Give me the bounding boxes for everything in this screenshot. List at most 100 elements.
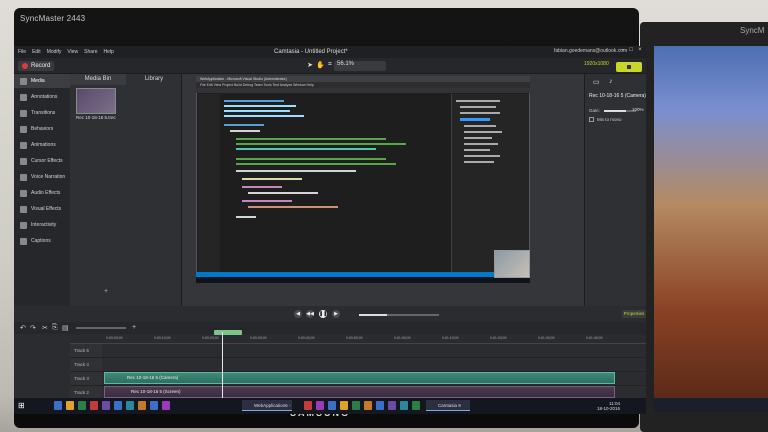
minimize-icon[interactable]: – xyxy=(618,47,626,56)
tool-behaviors[interactable]: Behaviors xyxy=(14,122,70,136)
taskbar-app-icon[interactable] xyxy=(364,401,372,410)
tool-animations[interactable]: Animations xyxy=(14,138,70,152)
taskbar-app-icon[interactable] xyxy=(126,401,134,410)
taskbar-app-icon[interactable] xyxy=(340,401,348,410)
resolution-badge[interactable]: 1920x1080 xyxy=(584,61,609,67)
annotations-icon xyxy=(20,93,27,101)
menu-help[interactable]: Help xyxy=(104,49,114,55)
windows-start-icon[interactable]: ⊞ xyxy=(18,401,26,410)
interactivity-icon xyxy=(20,221,27,229)
paste-icon[interactable]: ▤ xyxy=(62,324,69,332)
taskbar-app-icon[interactable] xyxy=(90,401,98,410)
maximize-icon[interactable]: □ xyxy=(627,47,635,56)
step-forward-icon[interactable]: ▶ xyxy=(332,310,340,318)
tab-library[interactable]: Library xyxy=(126,74,182,85)
tool-voice-narration[interactable]: Voice Narration xyxy=(14,170,70,184)
tool-visual-effects[interactable]: Visual Effects xyxy=(14,202,70,216)
taskbar-explorer-icon[interactable] xyxy=(66,401,74,410)
record-label: Record xyxy=(31,63,51,69)
tool-media[interactable]: Media xyxy=(14,74,70,88)
taskbar-clock[interactable]: 11:04 18-10-2016 xyxy=(597,401,620,411)
user-email[interactable]: fabian.goedemans@outlook.com xyxy=(554,48,627,54)
visual-effects-icon xyxy=(20,205,27,213)
taskbar-app-icon[interactable] xyxy=(400,401,408,410)
tab-media-bin[interactable]: Media Bin xyxy=(70,74,126,85)
gain-value[interactable]: 100% xyxy=(632,107,644,112)
taskbar-app-icon[interactable] xyxy=(150,401,158,410)
menu-view[interactable]: View xyxy=(67,49,78,55)
pan-tool-icon[interactable]: ✋ xyxy=(316,61,325,70)
share-button[interactable] xyxy=(616,62,642,72)
mix-to-mono-checkbox[interactable] xyxy=(589,117,594,122)
taskbar-app-icon[interactable] xyxy=(412,401,420,410)
play-pause-button[interactable]: ❚❚ xyxy=(319,310,327,318)
track-label[interactable]: Track 5 xyxy=(70,344,102,358)
taskbar-app-icon[interactable] xyxy=(352,401,360,410)
tool-captions[interactable]: Captions xyxy=(14,234,70,248)
tool-audio-effects[interactable]: Audio Effects xyxy=(14,186,70,200)
tick-label: 0:00:30;00 xyxy=(250,336,267,340)
timeline-clip-camera[interactable]: Rec 10-18-16 5 (Camera) xyxy=(104,372,615,384)
gain-label: Gain: xyxy=(589,108,600,113)
taskbar-app-icon[interactable] xyxy=(328,401,336,410)
taskbar-visual-studio[interactable]: WebApplication6 - ... xyxy=(242,400,292,411)
taskbar-app-icon[interactable] xyxy=(388,401,396,410)
second-monitor-brand-label: SyncM xyxy=(740,26,765,35)
media-thumbnail[interactable] xyxy=(76,88,116,114)
properties-toggle-button[interactable]: Properties xyxy=(622,310,646,318)
record-button[interactable]: Record xyxy=(18,61,55,71)
timeline-clip-screen[interactable]: Rec 10-18-16 5 (Screen) xyxy=(104,386,615,398)
track-lane[interactable] xyxy=(102,344,646,358)
menu-edit[interactable]: Edit xyxy=(32,49,41,55)
zoom-in-icon[interactable]: + xyxy=(132,324,136,331)
taskbar-app-icon[interactable] xyxy=(162,401,170,410)
tool-interactivity[interactable]: Interactivity xyxy=(14,218,70,232)
tick-label: 0:01:30;00 xyxy=(538,336,555,340)
menu-file[interactable]: File xyxy=(18,49,26,55)
webcam-overlay[interactable] xyxy=(494,250,530,278)
taskbar-app-icon[interactable] xyxy=(102,401,110,410)
pointer-tool-icon[interactable]: ➤ xyxy=(306,61,314,70)
copy-icon[interactable]: ⎘ xyxy=(52,324,58,332)
taskbar-app-icon[interactable] xyxy=(316,401,324,410)
step-back-icon[interactable]: ◀ xyxy=(294,310,302,318)
playhead-line[interactable] xyxy=(222,332,223,406)
tick-label: 0:01:40;00 xyxy=(586,336,603,340)
tools-panel: Media Annotations Transitions Behaviors … xyxy=(14,74,70,306)
taskbar-app-icon[interactable] xyxy=(114,401,122,410)
monitor-brand-label: SyncMaster 2443 xyxy=(20,14,86,23)
tool-cursor-effects[interactable]: Cursor Effects xyxy=(14,154,70,168)
track-label[interactable]: Track 3 xyxy=(70,372,102,386)
tool-transitions[interactable]: Transitions xyxy=(14,106,70,120)
rewind-icon[interactable]: ◀◀ xyxy=(306,310,314,318)
zoom-dropdown[interactable]: 56.1% xyxy=(334,61,386,71)
record-icon xyxy=(22,63,28,69)
playback-bar xyxy=(70,306,646,322)
mix-to-mono-label: Mix to mono xyxy=(597,117,622,122)
close-icon[interactable]: × xyxy=(636,47,644,56)
media-bin-panel: Media Bin Library Rec 10-18-16 5.trec + xyxy=(70,74,182,306)
taskbar-app-icon[interactable] xyxy=(138,401,146,410)
playhead-handle[interactable] xyxy=(214,330,242,335)
taskbar-app-icon[interactable] xyxy=(376,401,384,410)
crop-tool-icon[interactable]: ⌗ xyxy=(326,61,334,70)
redo-icon[interactable]: ↷ xyxy=(30,324,36,332)
add-media-icon[interactable]: + xyxy=(104,288,108,295)
track-label[interactable]: Track 4 xyxy=(70,358,102,372)
menu-share[interactable]: Share xyxy=(84,49,97,55)
taskbar-app-icon[interactable] xyxy=(304,401,312,410)
taskbar-app-icon[interactable] xyxy=(54,401,62,410)
menu-modify[interactable]: Modify xyxy=(47,49,62,55)
track-lane[interactable] xyxy=(102,358,646,372)
undo-icon[interactable]: ↶ xyxy=(20,324,26,332)
video-properties-icon[interactable]: ▭ xyxy=(593,78,601,86)
timeline-zoom-slider[interactable] xyxy=(76,327,126,329)
tool-annotations[interactable]: Annotations xyxy=(14,90,70,104)
audio-properties-icon[interactable]: ♪ xyxy=(609,78,617,86)
screen: File Edit Modify View Share Help Camtasi… xyxy=(14,46,646,414)
properties-clip-title: Rec 10-18-16 5 (Camera) xyxy=(589,93,646,99)
taskbar-app-icon[interactable] xyxy=(78,401,86,410)
tick-label: 0:00:20;00 xyxy=(202,336,219,340)
taskbar-camtasia[interactable]: Camtasia 9 xyxy=(426,400,470,411)
cut-icon[interactable]: ✂ xyxy=(42,324,48,332)
